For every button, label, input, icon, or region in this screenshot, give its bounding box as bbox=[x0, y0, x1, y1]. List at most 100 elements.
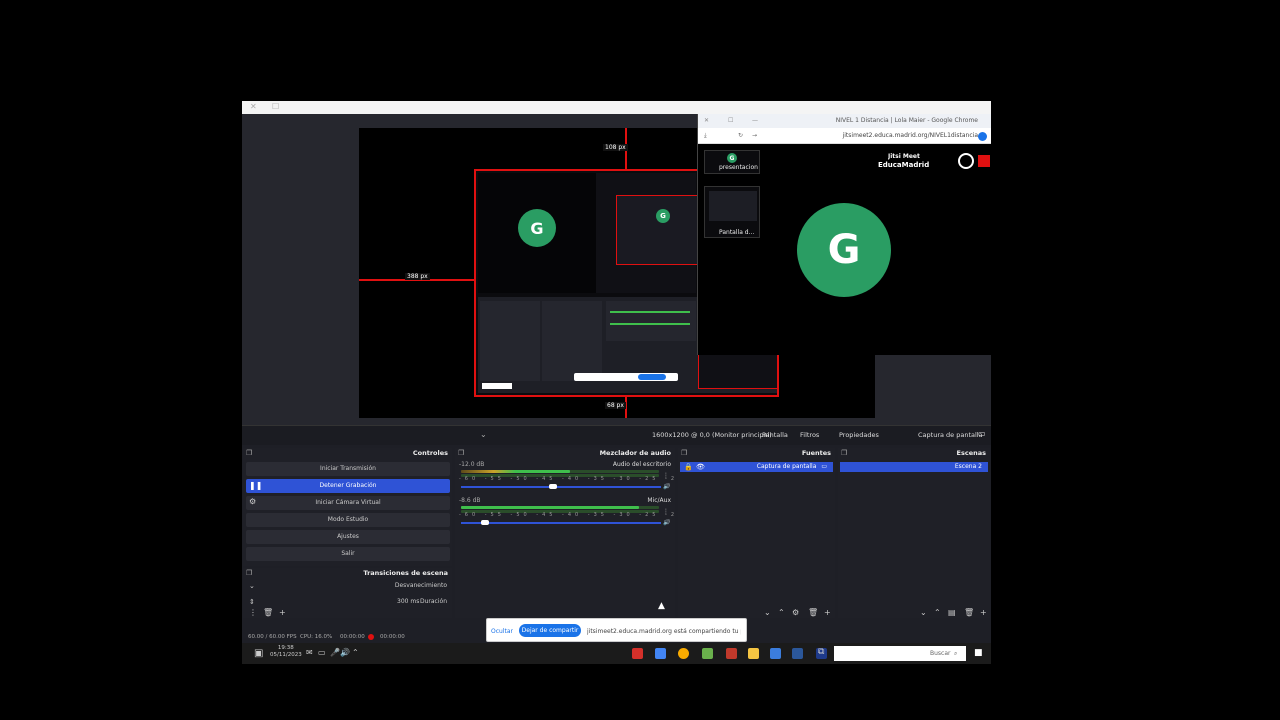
nested-meeting-view: G bbox=[478, 173, 596, 293]
record-dot bbox=[368, 634, 374, 640]
chrome-maximize-icon[interactable]: ☐ bbox=[728, 117, 733, 125]
app-taskbar-icon[interactable] bbox=[702, 648, 713, 659]
participant-thumb-1[interactable]: G presentacion bbox=[704, 150, 760, 174]
filters-button[interactable]: Filtros bbox=[800, 431, 819, 439]
lock-icon[interactable]: 🔒 bbox=[684, 462, 693, 472]
obs-taskbar-icon[interactable] bbox=[632, 648, 643, 659]
properties-button[interactable]: Propiedades bbox=[839, 431, 879, 439]
channel-mic-name: Mic/Aux bbox=[647, 497, 671, 504]
explorer-taskbar-icon[interactable] bbox=[748, 648, 759, 659]
chrome-address-bar: ⤓ ↻ → jitsimeet2.educa.madrid.org/NIVEL1… bbox=[698, 128, 991, 144]
forward-icon[interactable]: → bbox=[752, 132, 757, 140]
clock[interactable]: 19:38 05/11/2023 bbox=[270, 645, 302, 659]
dock-float-icon[interactable]: ❐ bbox=[681, 449, 687, 457]
main-avatar: G bbox=[797, 203, 891, 297]
nested-dock-1 bbox=[480, 301, 540, 381]
monitor-icon[interactable]: ▭ bbox=[318, 648, 326, 657]
filter-icon[interactable]: ▤ bbox=[948, 608, 956, 618]
transition-type-select[interactable]: ⌄ Desvanecimiento bbox=[247, 582, 447, 592]
source-context-bar: ⌄ 1600x1200 @ 0,0 (Monitor principal) Pa… bbox=[242, 425, 991, 445]
more-icon[interactable]: ⋮ bbox=[663, 472, 669, 480]
notification-icon[interactable]: ✉ bbox=[306, 648, 313, 657]
chrome-url[interactable]: jitsimeet2.educa.madrid.org/NIVEL1distan… bbox=[798, 132, 978, 140]
add-icon[interactable]: + bbox=[824, 608, 831, 618]
speaker-icon[interactable]: 🔊 bbox=[663, 519, 670, 527]
maximize-icon[interactable]: ☐ bbox=[272, 102, 279, 111]
nested-chrome: G bbox=[596, 173, 704, 293]
chevron-up-icon[interactable]: ⌃ bbox=[934, 608, 941, 618]
stop-recording-button[interactable]: Detener Grabación bbox=[246, 479, 450, 493]
dock-float-icon[interactable]: ❐ bbox=[458, 449, 464, 457]
studio-mode-button[interactable]: Modo Estudio bbox=[246, 513, 450, 527]
windows-icon[interactable]: ▣ bbox=[254, 648, 263, 659]
gear-icon[interactable]: ⚙ bbox=[249, 497, 256, 506]
more-icon[interactable]: ⋮ bbox=[249, 608, 257, 618]
settings-button[interactable]: Ajustes bbox=[246, 530, 450, 544]
preview-area[interactable]: 108 px 388 px 68 px G G ✕ ☐ — NIVEL 1 Di… bbox=[242, 114, 991, 425]
store-taskbar-icon[interactable] bbox=[770, 648, 781, 659]
pause-icon[interactable]: ❚❚ bbox=[249, 481, 262, 490]
source-item[interactable]: 👁 🔒 Captura de pantalla ▭ bbox=[680, 462, 833, 472]
speaker-icon[interactable]: 🔊 bbox=[340, 648, 350, 657]
hide-link[interactable]: Ocultar bbox=[491, 628, 513, 636]
close-icon[interactable]: ✕ bbox=[250, 102, 257, 111]
chevron-down-icon[interactable]: ⌄ bbox=[480, 430, 487, 439]
task-view-icon[interactable]: ⧉ bbox=[818, 647, 824, 657]
thumb-label-2: Pantalla d... bbox=[719, 229, 755, 236]
chevron-up-icon[interactable]: ⌃ bbox=[352, 648, 359, 657]
speaker-icon[interactable]: 🔊 bbox=[663, 483, 670, 491]
trash-icon[interactable]: 🗑 bbox=[263, 608, 273, 618]
pdf-taskbar-icon[interactable] bbox=[726, 648, 737, 659]
exit-button[interactable]: Salir bbox=[246, 547, 450, 561]
profile-icon[interactable] bbox=[978, 132, 987, 141]
duration-value[interactable]: 300 ms bbox=[397, 598, 419, 606]
gear-icon[interactable]: ⚙ bbox=[792, 608, 799, 618]
start-virtual-camera-button[interactable]: Iniciar Cámara Virtual bbox=[246, 496, 450, 510]
display-label: Pantalla bbox=[762, 431, 788, 439]
screen-share-toast: Ocultar Dejar de compartir jitsimeet2.ed… bbox=[486, 618, 747, 642]
more-icon[interactable]: ⋮ bbox=[663, 508, 669, 516]
taskbar-search[interactable]: Buscar ⌕ bbox=[834, 646, 966, 661]
chrome-minimize-icon[interactable]: — bbox=[752, 117, 758, 125]
spinner-icon[interactable]: ⇕ bbox=[249, 598, 255, 606]
transitions-dock: Transiciones de escena ❐ ⌄ Desvanecimien… bbox=[243, 568, 452, 618]
guide-left-label: 388 px bbox=[405, 273, 430, 280]
word-taskbar-icon[interactable] bbox=[792, 648, 803, 659]
main-avatar-letter: G bbox=[827, 227, 861, 273]
start-streaming-button[interactable]: Iniciar Transmisión bbox=[246, 462, 450, 476]
dock-float-icon[interactable]: ❐ bbox=[246, 449, 252, 457]
trash-icon[interactable]: 🗑 bbox=[808, 608, 818, 618]
download-icon[interactable]: ⤓ bbox=[704, 132, 707, 140]
display-value[interactable]: 1600x1200 @ 0,0 (Monitor principal) bbox=[652, 431, 772, 439]
desktop-volume-slider[interactable] bbox=[461, 486, 661, 488]
chrome-taskbar-icon-2[interactable] bbox=[678, 648, 689, 659]
desktop-volume-knob[interactable] bbox=[549, 484, 557, 489]
mic-volume-slider[interactable] bbox=[461, 522, 661, 524]
stop-sharing-button[interactable]: Dejar de compartir bbox=[519, 624, 581, 637]
dock-float-icon[interactable]: ❐ bbox=[246, 569, 252, 577]
participant-thumb-2[interactable]: Pantalla d... bbox=[704, 186, 760, 238]
chevron-down-icon[interactable]: ⌄ bbox=[764, 608, 771, 618]
chrome-tab-title[interactable]: NIVEL 1 Distancia | Lola Maier - Google … bbox=[828, 117, 978, 125]
chevron-down-icon[interactable]: ⌄ bbox=[920, 608, 927, 618]
add-icon[interactable]: + bbox=[279, 608, 286, 618]
eye-icon[interactable]: 👁 bbox=[696, 462, 705, 472]
mic-volume-knob[interactable] bbox=[481, 520, 489, 525]
chrome-taskbar-icon[interactable] bbox=[655, 648, 666, 659]
trash-icon[interactable]: 🗑 bbox=[964, 608, 974, 618]
reload-icon[interactable]: ↻ bbox=[738, 132, 743, 140]
windows-start-icon[interactable]: ■ bbox=[974, 648, 983, 658]
nested-toast bbox=[574, 373, 678, 381]
mic-icon[interactable]: 🎤 bbox=[330, 648, 340, 657]
chevron-up-icon[interactable]: ⌃ bbox=[778, 608, 785, 618]
chrome-window: ✕ ☐ — NIVEL 1 Distancia | Lola Maier - G… bbox=[697, 114, 991, 355]
dock-float-icon[interactable]: ❐ bbox=[841, 449, 847, 457]
monitor-icon: ▭ bbox=[978, 429, 986, 438]
chrome-tab-strip: ✕ ☐ — NIVEL 1 Distancia | Lola Maier - G… bbox=[698, 114, 991, 128]
monitor-icon: ▭ bbox=[821, 463, 827, 470]
scene-item[interactable]: Escena 2 bbox=[840, 462, 988, 472]
chrome-close-icon[interactable]: ✕ bbox=[704, 117, 709, 125]
nested-avatar-small: G bbox=[656, 209, 670, 223]
add-icon[interactable]: + bbox=[980, 608, 987, 618]
guide-bottom-label: 68 px bbox=[605, 402, 626, 409]
